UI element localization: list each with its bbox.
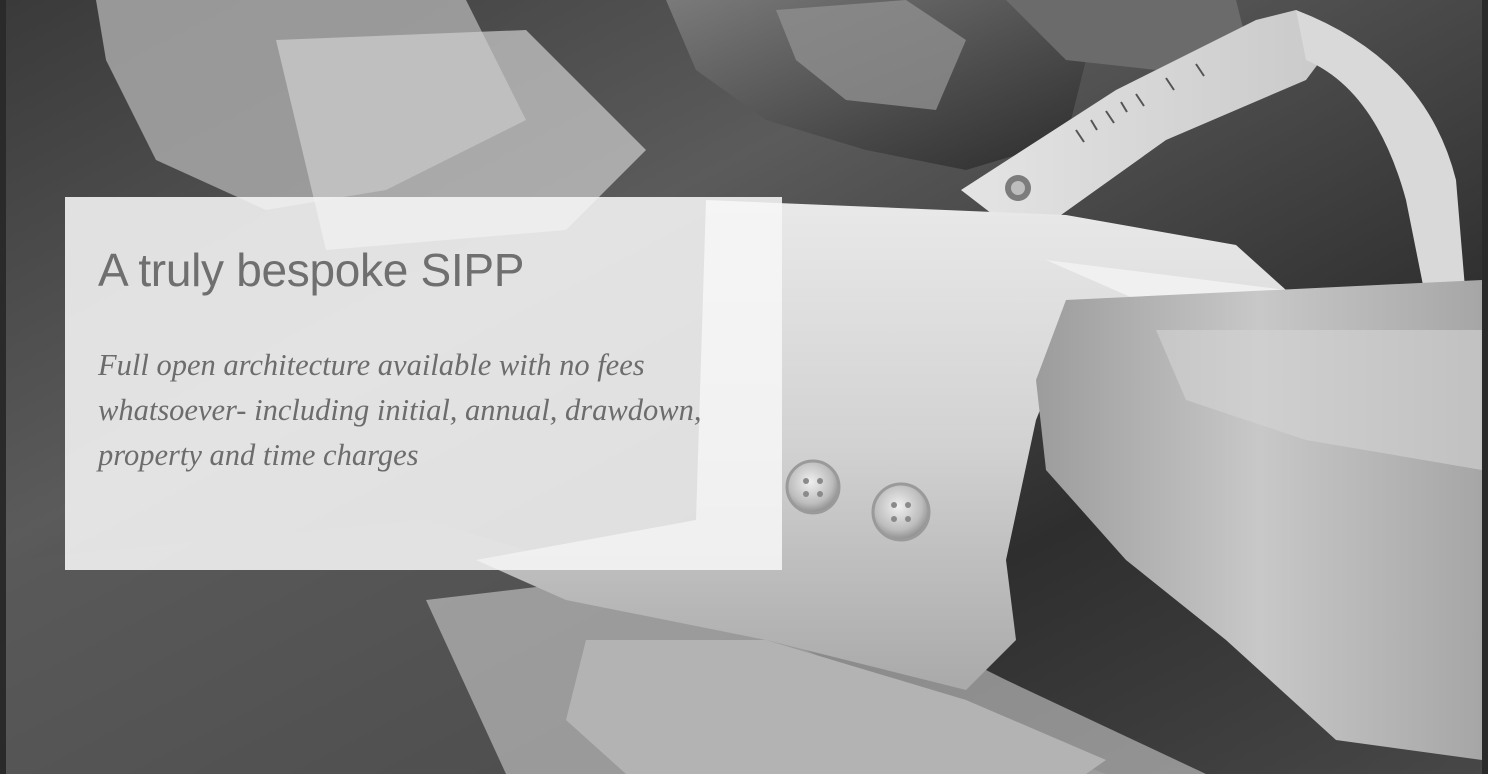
hero-banner: A truly bespoke SIPP Full open architect…: [0, 0, 1488, 774]
caption-panel: A truly bespoke SIPP Full open architect…: [65, 197, 782, 570]
hero-description: Full open architecture available with no…: [98, 348, 702, 472]
hero-title: A truly bespoke SIPP: [98, 244, 525, 296]
